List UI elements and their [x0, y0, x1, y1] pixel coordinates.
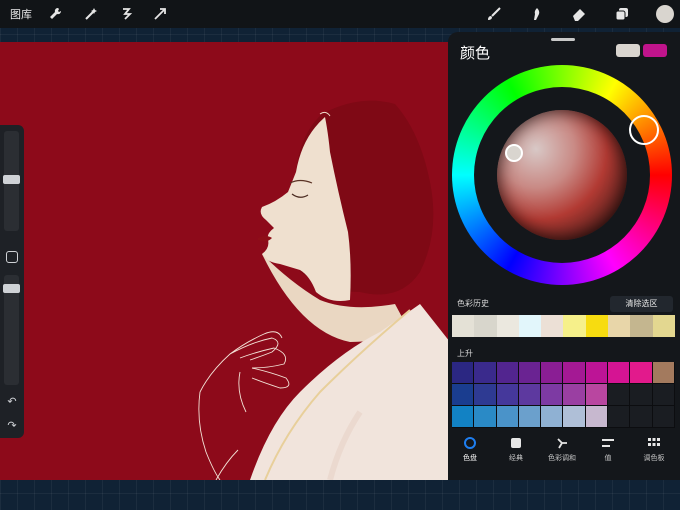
palette-label: 上升 [457, 349, 473, 358]
history-swatch[interactable] [585, 315, 609, 337]
palette-swatch[interactable] [585, 384, 609, 406]
hue-marker[interactable] [629, 115, 659, 145]
history-swatch[interactable] [474, 315, 497, 337]
history-swatch[interactable] [608, 315, 631, 337]
palette-swatch[interactable] [585, 362, 609, 384]
color-history-label: 色彩历史 [457, 299, 489, 308]
grid-icon [648, 438, 660, 446]
history-swatch[interactable] [518, 315, 542, 337]
palette-swatch[interactable] [474, 406, 497, 428]
history-swatch[interactable] [652, 315, 675, 337]
palette-swatch[interactable] [630, 406, 653, 428]
panel-drag-handle[interactable] [551, 38, 575, 41]
left-sidebar: ↶ ↷ [0, 125, 24, 438]
tab-palettes[interactable]: 调色板 [632, 436, 676, 463]
artwork-illustration [198, 100, 450, 480]
opacity-thumb[interactable] [3, 284, 20, 293]
harmony-icon [557, 438, 567, 449]
tab-label: 色彩调和 [548, 454, 576, 462]
tab-classic[interactable]: 经典 [494, 436, 538, 463]
secondary-color-swatch[interactable] [643, 44, 667, 57]
palette-swatch[interactable] [630, 384, 653, 406]
color-mode-tabs: 色盘 经典 色彩调和 值 调色板 [448, 430, 680, 470]
palette-swatch[interactable] [541, 384, 564, 406]
primary-color-swatch[interactable] [616, 44, 640, 57]
brush-size-thumb[interactable] [3, 175, 20, 184]
smudge-icon[interactable] [527, 5, 545, 23]
history-swatch[interactable] [563, 315, 586, 337]
eraser-icon[interactable] [570, 5, 588, 23]
palette-swatch[interactable] [630, 362, 653, 384]
palette-swatch[interactable] [608, 362, 631, 384]
selection-icon[interactable] [117, 5, 135, 23]
layers-icon[interactable] [613, 5, 631, 23]
undo-icon[interactable]: ↶ [5, 395, 19, 409]
sliders-icon [602, 439, 614, 447]
drawing-canvas[interactable] [0, 42, 470, 480]
palette-swatch[interactable] [452, 406, 475, 428]
history-swatch[interactable] [630, 315, 653, 337]
palette-swatch[interactable] [563, 384, 586, 406]
tab-value[interactable]: 值 [586, 436, 630, 463]
palette-swatch[interactable] [652, 384, 675, 406]
tab-label: 色盘 [463, 454, 477, 462]
top-toolbar: 图库 [0, 0, 680, 28]
panel-title: 颜色 [460, 44, 491, 62]
saturation-marker[interactable] [505, 144, 523, 162]
transform-arrow-icon[interactable] [151, 5, 169, 23]
palette-swatch[interactable] [652, 362, 675, 384]
palette-swatch[interactable] [652, 406, 675, 428]
saturation-disc[interactable] [497, 110, 627, 240]
tab-label: 值 [604, 454, 612, 462]
palette-swatch[interactable] [496, 406, 519, 428]
tab-label: 经典 [509, 454, 523, 462]
color-history-row [452, 315, 675, 337]
palette-swatch[interactable] [496, 362, 519, 384]
palette-swatch[interactable] [608, 406, 631, 428]
history-swatch[interactable] [452, 315, 475, 337]
gallery-button[interactable]: 图库 [10, 6, 32, 22]
magic-wand-icon[interactable] [82, 5, 100, 23]
tab-label: 调色板 [643, 454, 665, 462]
color-icon[interactable] [656, 5, 674, 23]
redo-icon[interactable]: ↷ [5, 419, 19, 433]
palette-swatch[interactable] [563, 362, 586, 384]
palette-swatch[interactable] [518, 406, 542, 428]
palette-swatch[interactable] [518, 384, 542, 406]
wrench-icon[interactable] [46, 5, 64, 23]
palette-swatch[interactable] [541, 406, 564, 428]
palette-swatch[interactable] [496, 384, 519, 406]
palette-swatch[interactable] [608, 384, 631, 406]
clear-history-button[interactable]: 清除选区 [610, 296, 673, 312]
history-swatch[interactable] [541, 315, 564, 337]
palette-swatch[interactable] [452, 362, 475, 384]
palette-swatch[interactable] [563, 406, 586, 428]
palette-swatch[interactable] [452, 384, 475, 406]
palette-grid [452, 362, 675, 428]
palette-swatch[interactable] [474, 384, 497, 406]
tab-disc[interactable]: 色盘 [448, 436, 492, 463]
palette-swatch[interactable] [585, 406, 609, 428]
brush-icon[interactable] [485, 5, 503, 23]
modify-button[interactable] [6, 251, 18, 263]
palette-swatch[interactable] [474, 362, 497, 384]
palette-swatch[interactable] [541, 362, 564, 384]
history-swatch[interactable] [496, 315, 519, 337]
disc-icon [464, 437, 476, 449]
tab-harmony[interactable]: 色彩调和 [540, 436, 584, 463]
square-icon [511, 438, 521, 448]
palette-swatch[interactable] [518, 362, 542, 384]
